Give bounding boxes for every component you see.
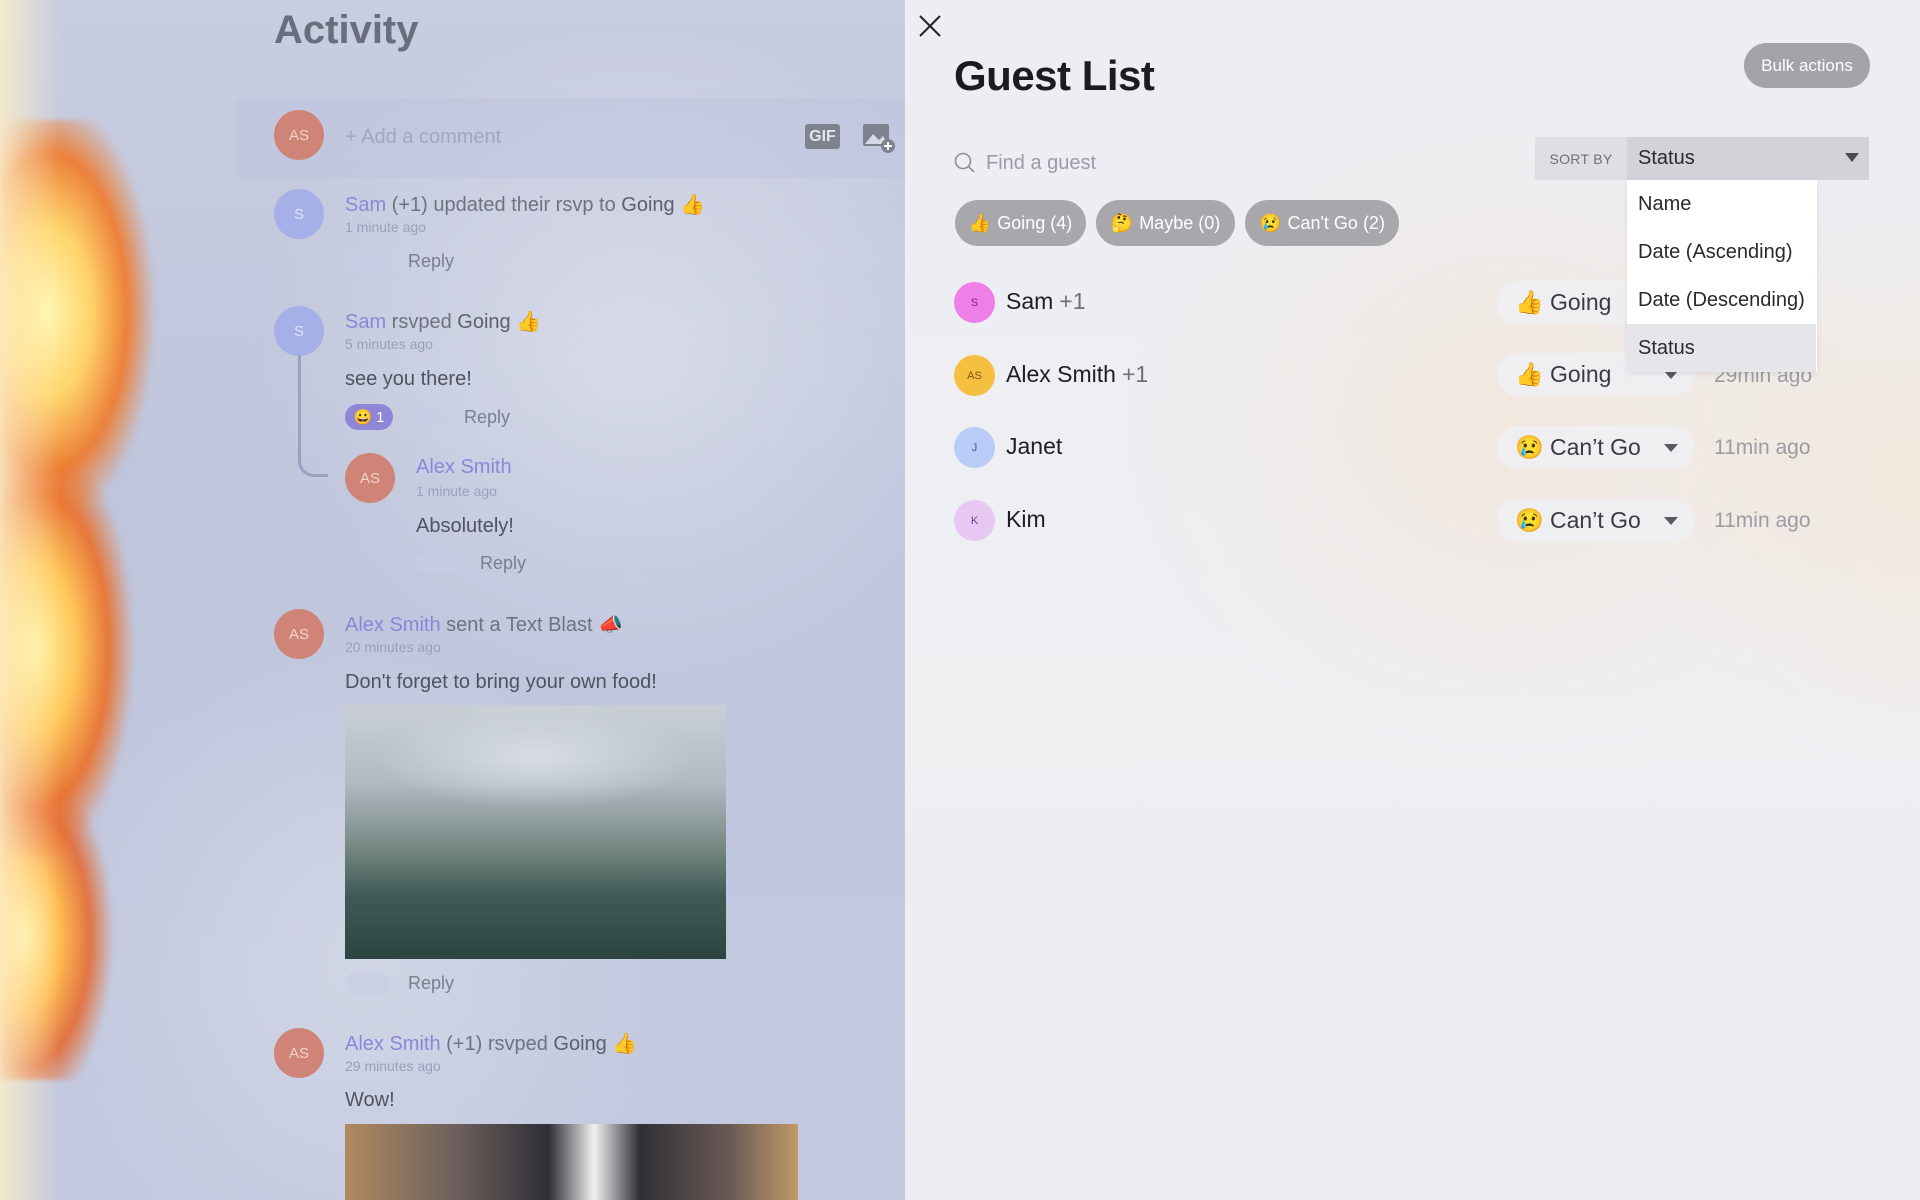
avatar: AS xyxy=(274,609,324,659)
filter-chip-cant-go[interactable]: 😢 Can't Go (2) xyxy=(1245,200,1399,246)
thumbs-up-icon: 👍 xyxy=(1515,361,1544,387)
reaction-pill[interactable]: 😀 1 xyxy=(345,404,393,430)
reply-button[interactable]: Reply xyxy=(408,973,454,994)
thread-connector xyxy=(298,355,328,477)
guest-name[interactable]: Alex Smith +1 xyxy=(1006,361,1148,388)
sad-face-icon: 😢 xyxy=(1259,212,1282,233)
feed-timestamp: 5 minutes ago xyxy=(345,336,433,352)
feed-item-text: Sam rsvped Going 👍 xyxy=(345,311,542,333)
thumbs-up-icon: 👍 xyxy=(1515,289,1544,315)
reply-button[interactable]: Reply xyxy=(408,251,454,272)
chevron-down-icon xyxy=(1845,153,1859,162)
feed-body: Absolutely! xyxy=(416,515,514,537)
status-select[interactable]: 😢 Can’t Go xyxy=(1497,426,1694,469)
page-title: Guest List xyxy=(954,52,1155,99)
comment-input[interactable]: + Add a comment xyxy=(345,126,501,149)
post-image[interactable] xyxy=(345,1124,798,1200)
add-reaction-button[interactable] xyxy=(416,552,462,574)
sort-option-date-descending[interactable]: Date (Descending) xyxy=(1627,276,1817,324)
sort-dropdown-menu: Name Date (Ascending) Date (Descending) … xyxy=(1627,180,1817,372)
feed-item-text: Alex Smith sent a Text Blast 📣 xyxy=(345,614,623,636)
feed-body: Don't forget to bring your own food! xyxy=(345,671,657,693)
add-image-icon[interactable] xyxy=(862,122,896,154)
sort-option-date-ascending[interactable]: Date (Ascending) xyxy=(1627,228,1817,276)
avatar: S xyxy=(274,189,324,239)
status-select[interactable]: 😢 Can’t Go xyxy=(1497,499,1694,542)
reply-button[interactable]: Reply xyxy=(480,553,526,574)
feed-timestamp: 20 minutes ago xyxy=(345,639,441,655)
chevron-down-icon xyxy=(1664,517,1678,525)
gif-button[interactable]: GIF xyxy=(805,124,840,149)
guest-name[interactable]: Janet xyxy=(1006,433,1062,460)
sort-option-name[interactable]: Name xyxy=(1627,180,1817,228)
activity-panel: Activity AS + Add a comment GIF S Sam (+… xyxy=(0,0,905,1200)
rsvp-time: 11min ago xyxy=(1714,436,1811,459)
close-icon[interactable] xyxy=(918,14,942,38)
feed-author-link[interactable]: Alex Smith xyxy=(345,1033,441,1055)
avatar: AS xyxy=(954,355,995,396)
feed-item-text: Sam (+1) updated their rsvp to Going 👍 xyxy=(345,194,706,216)
avatar: K xyxy=(954,500,995,541)
avatar: AS xyxy=(345,453,395,503)
feed-item-text: Alex Smith (+1) rsvped Going 👍 xyxy=(345,1033,638,1055)
thinking-face-icon: 🤔 xyxy=(1110,212,1134,233)
sort-option-status[interactable]: Status xyxy=(1627,324,1816,372)
search-bar xyxy=(954,146,1474,180)
feed-timestamp: 1 minute ago xyxy=(416,483,497,499)
avatar: J xyxy=(954,427,995,468)
thumbs-up-icon: 👍 xyxy=(968,212,992,233)
add-reaction-button[interactable] xyxy=(403,406,449,428)
more-options-icon[interactable]: ⋮ xyxy=(899,1028,905,1046)
activity-title: Activity xyxy=(274,8,419,52)
more-options-icon[interactable]: ⋮ xyxy=(899,609,905,627)
reply-button[interactable]: Reply xyxy=(464,407,510,428)
guest-name[interactable]: Kim xyxy=(1006,506,1046,533)
sad-face-icon: 😢 xyxy=(1515,434,1544,460)
post-image[interactable] xyxy=(345,705,726,959)
feed-item-text: Alex Smith xyxy=(416,456,512,479)
feed-author-link[interactable]: Alex Smith xyxy=(345,614,441,636)
add-reaction-button[interactable] xyxy=(345,250,391,272)
feed-author-link[interactable]: Alex Smith xyxy=(416,456,512,478)
feed-timestamp: 1 minute ago xyxy=(345,219,426,235)
feed-body: Wow! xyxy=(345,1089,395,1111)
chevron-down-icon xyxy=(1664,444,1678,452)
guest-name[interactable]: Sam +1 xyxy=(1006,288,1086,315)
add-reaction-button[interactable] xyxy=(345,972,391,994)
avatar: S xyxy=(274,306,324,356)
sort-by-label: SORT BY xyxy=(1535,137,1627,180)
feed-timestamp: 29 minutes ago xyxy=(345,1058,441,1074)
more-options-icon[interactable]: ⋮ xyxy=(899,306,905,324)
filter-chip-maybe[interactable]: 🤔 Maybe (0) xyxy=(1096,200,1235,246)
avatar: AS xyxy=(274,110,324,160)
avatar: AS xyxy=(274,1028,324,1078)
feed-author-link[interactable]: Sam xyxy=(345,311,386,333)
sort-selected-value: Status xyxy=(1638,147,1695,169)
rsvp-time: 11min ago xyxy=(1714,509,1811,532)
filter-chip-going[interactable]: 👍 Going (4) xyxy=(955,200,1086,246)
search-icon xyxy=(954,152,975,173)
feed-author-link[interactable]: Sam xyxy=(345,194,386,216)
search-input[interactable] xyxy=(984,150,1424,176)
chevron-down-icon xyxy=(1664,371,1678,379)
avatar: S xyxy=(954,282,995,323)
sad-face-icon: 😢 xyxy=(1515,507,1544,533)
sort-select[interactable]: Status xyxy=(1627,137,1869,180)
feed-body: see you there! xyxy=(345,368,472,390)
bulk-actions-button[interactable]: Bulk actions xyxy=(1744,43,1870,88)
